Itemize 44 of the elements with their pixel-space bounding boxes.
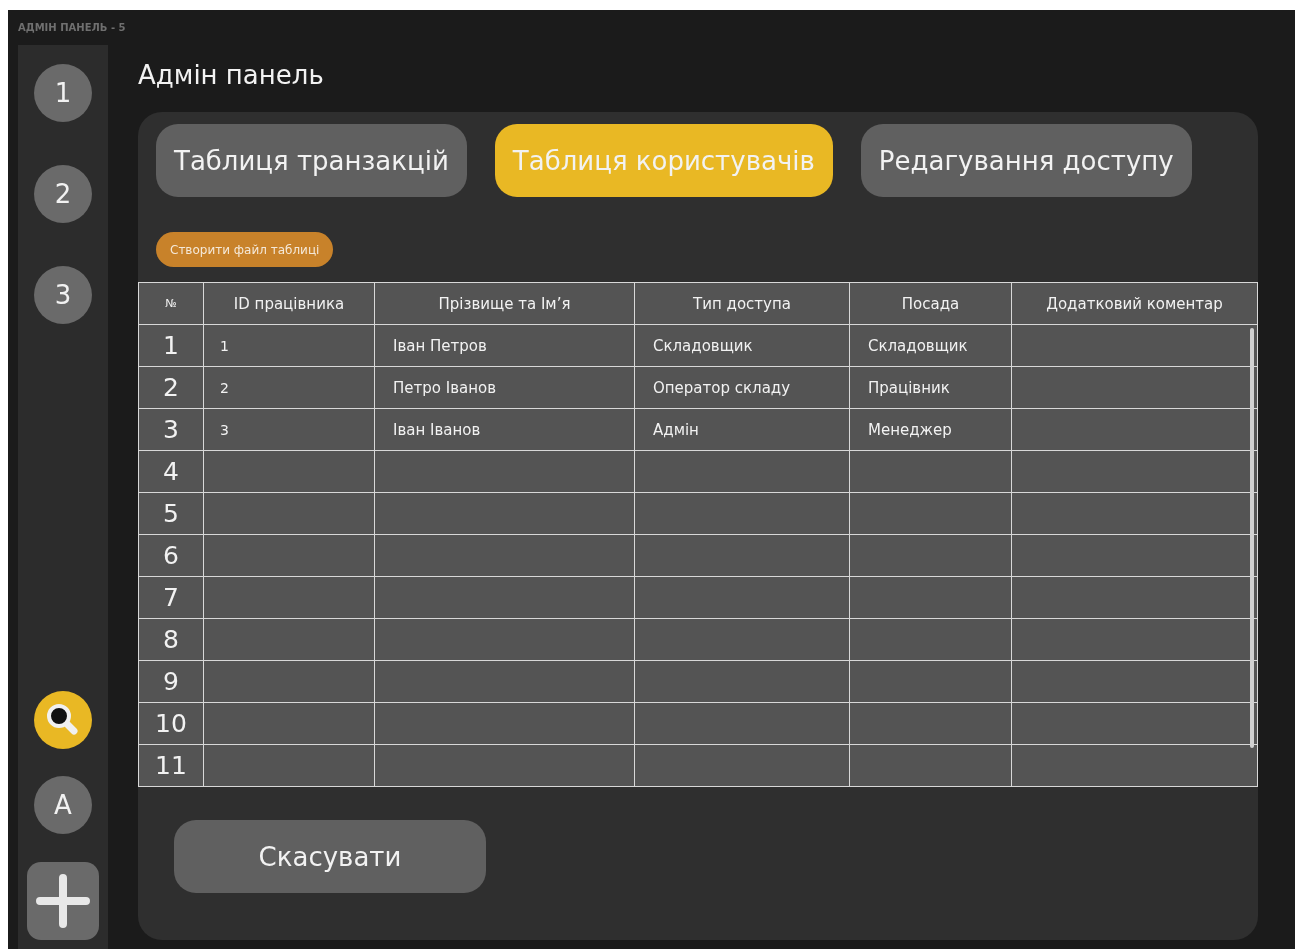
table-cell: Іван Петров [393, 336, 487, 355]
nav-button[interactable]: 3 [34, 266, 92, 324]
row-number: 6 [138, 534, 204, 577]
table-cell: Складовщик [868, 336, 968, 355]
table-cell: Працівник [868, 378, 950, 397]
row-number: 5 [138, 492, 204, 535]
table-cell: Складовщик [653, 336, 753, 355]
table-cell: 3 [220, 421, 229, 438]
nav-button[interactable]: A [34, 776, 92, 834]
row-number: 9 [138, 660, 204, 703]
column-header: Тип доступа [634, 282, 850, 325]
add-button[interactable] [27, 862, 99, 940]
search-icon [45, 702, 81, 738]
row-number: 4 [138, 450, 204, 493]
row-number: 11 [138, 744, 204, 787]
plus-icon [36, 874, 90, 928]
column-header: ID працівника [203, 282, 375, 325]
scrollbar[interactable] [1250, 328, 1254, 748]
row-number: 8 [138, 618, 204, 661]
nav-button[interactable]: 1 [34, 64, 92, 122]
row-number: 2 [138, 366, 204, 409]
row-number: 3 [138, 408, 204, 451]
table-cell: 2 [220, 379, 229, 396]
tab[interactable]: Редагування доступу [860, 124, 1192, 197]
column-header: Посада [849, 282, 1012, 325]
column-header: Додатковий коментар [1011, 282, 1258, 325]
create-file-button[interactable]: Створити файл таблиці [156, 232, 334, 267]
page-title: Адмін панель [138, 58, 325, 92]
row-number: 1 [138, 324, 204, 367]
table-cell: Менеджер [868, 420, 952, 439]
table-cell: 1 [220, 337, 229, 354]
cancel-button[interactable]: Скасувати [174, 820, 486, 893]
column-header: № [138, 282, 204, 325]
window-title: АДМІН ПАНЕЛЬ - 5 [18, 22, 126, 33]
table-cell: Іван Іванов [393, 420, 481, 439]
nav-button[interactable]: 2 [34, 165, 92, 223]
table-cell: Петро Іванов [393, 378, 496, 397]
column-header: Прізвище та Ім’я [374, 282, 635, 325]
row-number: 10 [138, 702, 204, 745]
tab[interactable]: Таблиця транзакцій [156, 124, 467, 197]
table-cell: Оператор складу [653, 378, 791, 397]
table-cell: Адмін [653, 420, 699, 439]
row-number: 7 [138, 576, 204, 619]
search-button[interactable] [34, 691, 92, 749]
